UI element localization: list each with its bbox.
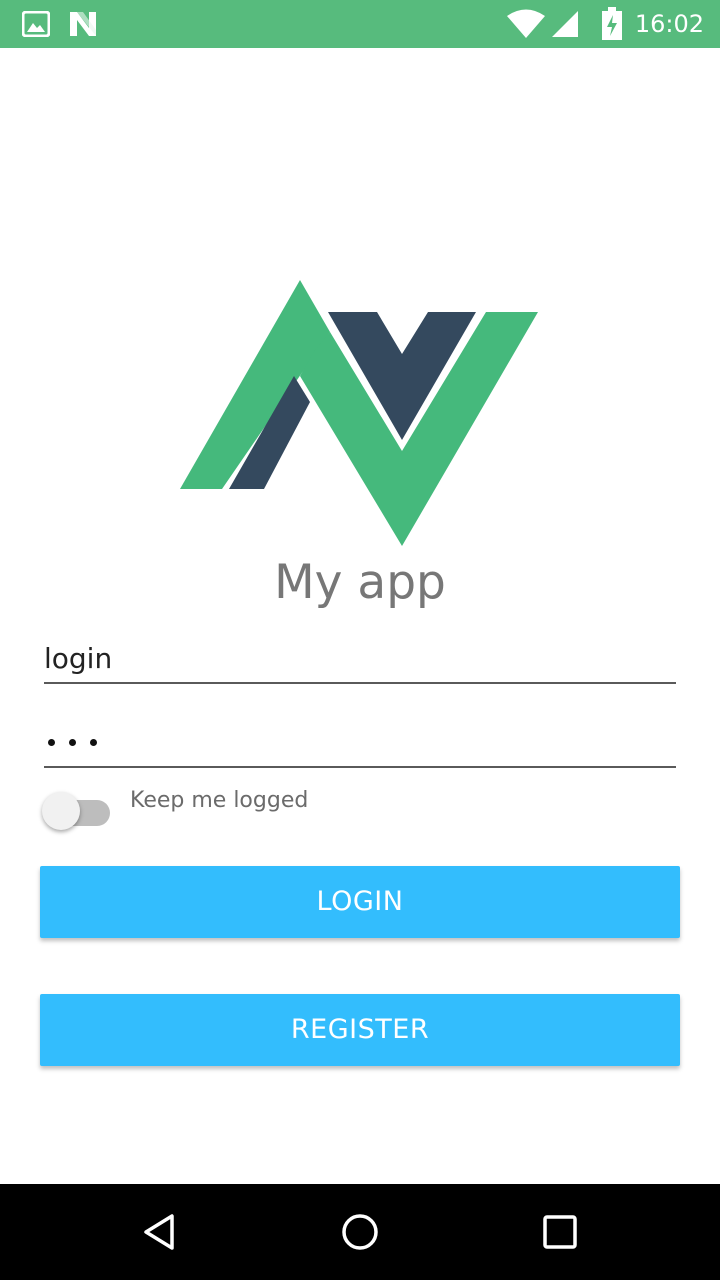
image-notification-icon bbox=[22, 0, 50, 48]
signal-icon bbox=[550, 0, 580, 48]
home-icon[interactable] bbox=[312, 1184, 408, 1280]
wifi-icon bbox=[507, 0, 545, 48]
back-icon[interactable] bbox=[112, 1184, 208, 1280]
status-bar: 16:02 bbox=[0, 0, 720, 48]
login-field[interactable] bbox=[44, 634, 676, 684]
login-button[interactable]: LOGIN bbox=[40, 866, 680, 938]
n-notification-icon bbox=[68, 0, 98, 48]
keep-logged-label: Keep me logged bbox=[130, 788, 309, 813]
register-button[interactable]: REGISTER bbox=[40, 994, 680, 1066]
navigation-bar bbox=[0, 1184, 720, 1280]
password-value bbox=[48, 718, 97, 766]
recents-icon[interactable] bbox=[512, 1184, 608, 1280]
keep-logged-toggle[interactable] bbox=[42, 790, 110, 832]
app-title: My app bbox=[274, 555, 446, 610]
password-text: ••• bbox=[44, 718, 45, 719]
login-input[interactable] bbox=[44, 634, 676, 682]
battery-charging-icon bbox=[601, 0, 623, 48]
toggle-thumb bbox=[42, 792, 80, 830]
clock-time: 16:02 bbox=[634, 10, 704, 38]
password-field[interactable]: ••• bbox=[44, 718, 676, 768]
app-logo bbox=[176, 276, 544, 552]
